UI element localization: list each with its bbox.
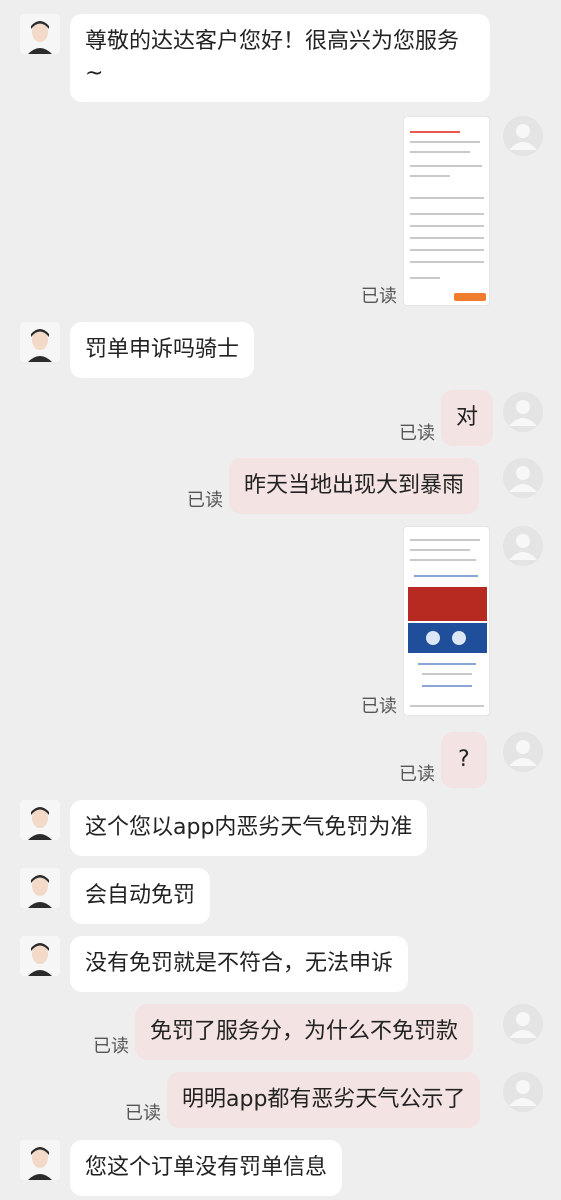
- message-bubble[interactable]: ?: [441, 732, 487, 788]
- message-bubble[interactable]: 这个您以app内恶劣天气免罚为准: [70, 800, 428, 856]
- message-bubble[interactable]: 罚单申诉吗骑士: [70, 322, 255, 378]
- message-text: 昨天当地出现大到暴雨: [244, 473, 465, 498]
- message-text: 罚单申诉吗骑士: [85, 337, 240, 362]
- user-avatar[interactable]: [503, 116, 543, 156]
- message-text: 尊敬的达达客户您好！很高兴为您服务~: [85, 29, 460, 86]
- read-receipt: 已读: [93, 1036, 129, 1057]
- user-avatar[interactable]: [503, 526, 543, 566]
- agent-avatar[interactable]: [20, 800, 60, 840]
- user-avatar[interactable]: [503, 1004, 543, 1044]
- message-bubble[interactable]: 您这个订单没有罚单信息: [70, 1140, 343, 1196]
- user-avatar[interactable]: [503, 458, 543, 498]
- agent-avatar[interactable]: [20, 322, 60, 362]
- screenshot-thumbnail[interactable]: [403, 526, 490, 716]
- message-text: 免罚了服务分，为什么不免罚款: [150, 1019, 459, 1044]
- agent-avatar[interactable]: [20, 1140, 60, 1180]
- message-bubble[interactable]: 昨天当地出现大到暴雨: [229, 458, 480, 514]
- read-receipt: 已读: [187, 490, 223, 511]
- chat-window: 尊敬的达达客户您好！很高兴为您服务~ 已读 罚单申诉吗骑士 已读 对 已读 昨天…: [0, 0, 561, 1200]
- message-bubble[interactable]: 尊敬的达达客户您好！很高兴为您服务~: [70, 14, 490, 102]
- message-bubble[interactable]: 免罚了服务分，为什么不免罚款: [135, 1004, 474, 1060]
- agent-avatar[interactable]: [20, 14, 60, 54]
- read-receipt: 已读: [361, 696, 397, 717]
- message-text: 明明app都有恶劣天气公示了: [182, 1087, 466, 1112]
- message-text: 会自动免罚: [85, 883, 196, 908]
- message-text: 对: [456, 405, 479, 430]
- message-text: 这个您以app内恶劣天气免罚为准: [85, 815, 413, 840]
- message-bubble[interactable]: 对: [441, 390, 494, 446]
- message-bubble[interactable]: 明明app都有恶劣天气公示了: [167, 1072, 481, 1128]
- agent-avatar[interactable]: [20, 936, 60, 976]
- message-text: ?: [458, 747, 470, 772]
- message-bubble[interactable]: 没有免罚就是不符合，无法申诉: [70, 936, 409, 992]
- user-avatar[interactable]: [503, 392, 543, 432]
- read-receipt: 已读: [361, 286, 397, 307]
- user-avatar[interactable]: [503, 1072, 543, 1112]
- read-receipt: 已读: [399, 764, 435, 785]
- read-receipt: 已读: [399, 423, 435, 444]
- read-receipt: 已读: [125, 1103, 161, 1124]
- agent-avatar[interactable]: [20, 868, 60, 908]
- screenshot-thumbnail[interactable]: [403, 116, 490, 306]
- message-text: 您这个订单没有罚单信息: [85, 1155, 328, 1180]
- message-bubble[interactable]: 会自动免罚: [70, 868, 211, 924]
- message-text: 没有免罚就是不符合，无法申诉: [85, 951, 394, 976]
- user-avatar[interactable]: [503, 732, 543, 772]
